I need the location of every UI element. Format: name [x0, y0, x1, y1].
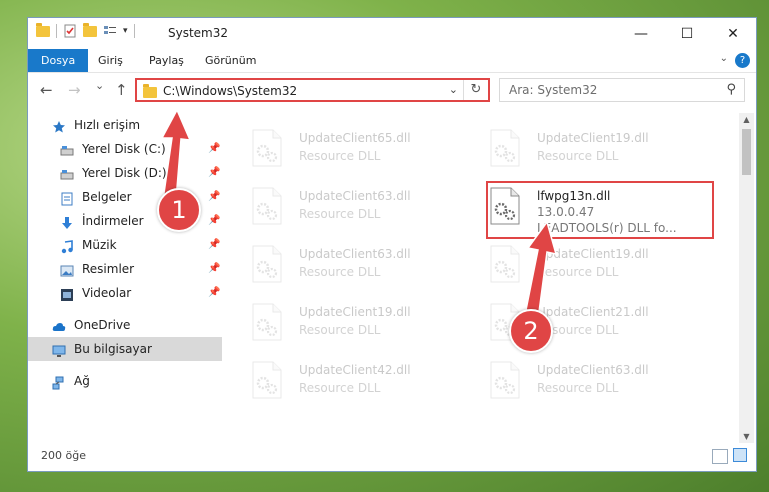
annotation-overlay	[160, 108, 558, 313]
arrow-2	[525, 220, 558, 313]
step-badge-2: 2	[509, 309, 553, 353]
step-badge-1: 1	[157, 188, 201, 232]
arrow-1	[160, 108, 192, 201]
